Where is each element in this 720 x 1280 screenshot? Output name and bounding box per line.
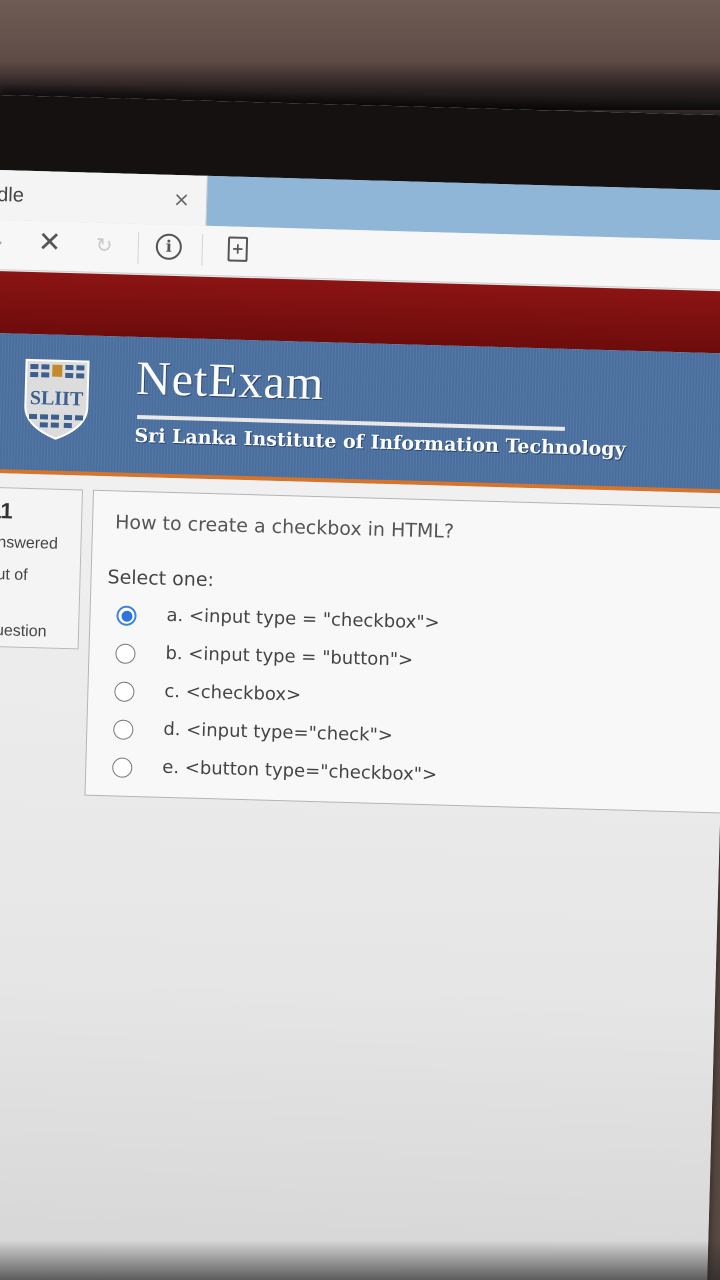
answer-option-e[interactable]: e. <button type="checkbox">	[111, 753, 673, 799]
radio-button[interactable]	[113, 719, 134, 740]
question-text: How to create a checkbox in HTML?	[114, 511, 455, 543]
answer-option-b[interactable]: b. <input type = "button">	[115, 639, 676, 685]
option-label: a. <input type = "checkbox">	[166, 604, 440, 634]
select-one-label: Select one:	[107, 566, 215, 592]
tab-title: dle	[0, 183, 25, 207]
answer-option-c[interactable]: c. <checkbox>	[114, 677, 675, 723]
answer-option-d[interactable]: d. <input type="check">	[113, 715, 674, 761]
netexam-banner: SLIIT NetExam Sri Lanka Institute of Inf…	[0, 332, 720, 494]
question-info-panel: 11 answered out of question	[0, 486, 84, 650]
screen: dle × › ✕ ↻ i + SLIIT NetExam Sri Lanka …	[0, 95, 720, 1280]
radio-button[interactable]	[111, 757, 133, 778]
option-label: c. <checkbox>	[164, 680, 302, 706]
question-number: 11	[0, 497, 14, 524]
page-icon[interactable]: +	[227, 236, 249, 262]
option-label: d. <input type="check">	[163, 718, 394, 747]
sliit-logo: SLIIT	[24, 358, 90, 440]
back-arrow-icon[interactable]: ›	[0, 232, 3, 253]
question-marks: out of	[0, 565, 28, 584]
reload-icon[interactable]: ↻	[96, 233, 113, 257]
option-label: b. <input type = "button">	[165, 642, 414, 671]
browser-tab[interactable]: dle ×	[0, 169, 208, 226]
stop-icon[interactable]: ✕	[37, 225, 61, 259]
nav-divider	[137, 231, 140, 264]
brand-name: NetExam	[135, 351, 326, 411]
logo-text: SLIIT	[30, 387, 85, 411]
tab-close-icon[interactable]: ×	[173, 187, 190, 211]
radio-button[interactable]	[116, 605, 137, 627]
flag-question-link[interactable]: question	[0, 622, 47, 642]
radio-button[interactable]	[114, 681, 135, 702]
question-state: answered	[0, 533, 59, 553]
info-icon[interactable]: i	[155, 233, 183, 261]
radio-button[interactable]	[115, 643, 136, 664]
bottom-shade	[0, 1240, 720, 1280]
monitor-bezel	[0, 0, 720, 110]
question-box: How to create a checkbox in HTML? Select…	[84, 489, 720, 814]
answer-option-a[interactable]: a. <input type = "checkbox">	[116, 601, 677, 647]
quiz-content: 11 answered out of question How to creat…	[0, 472, 720, 1280]
nav-divider	[201, 233, 204, 266]
option-label: e. <button type="checkbox">	[161, 756, 438, 786]
